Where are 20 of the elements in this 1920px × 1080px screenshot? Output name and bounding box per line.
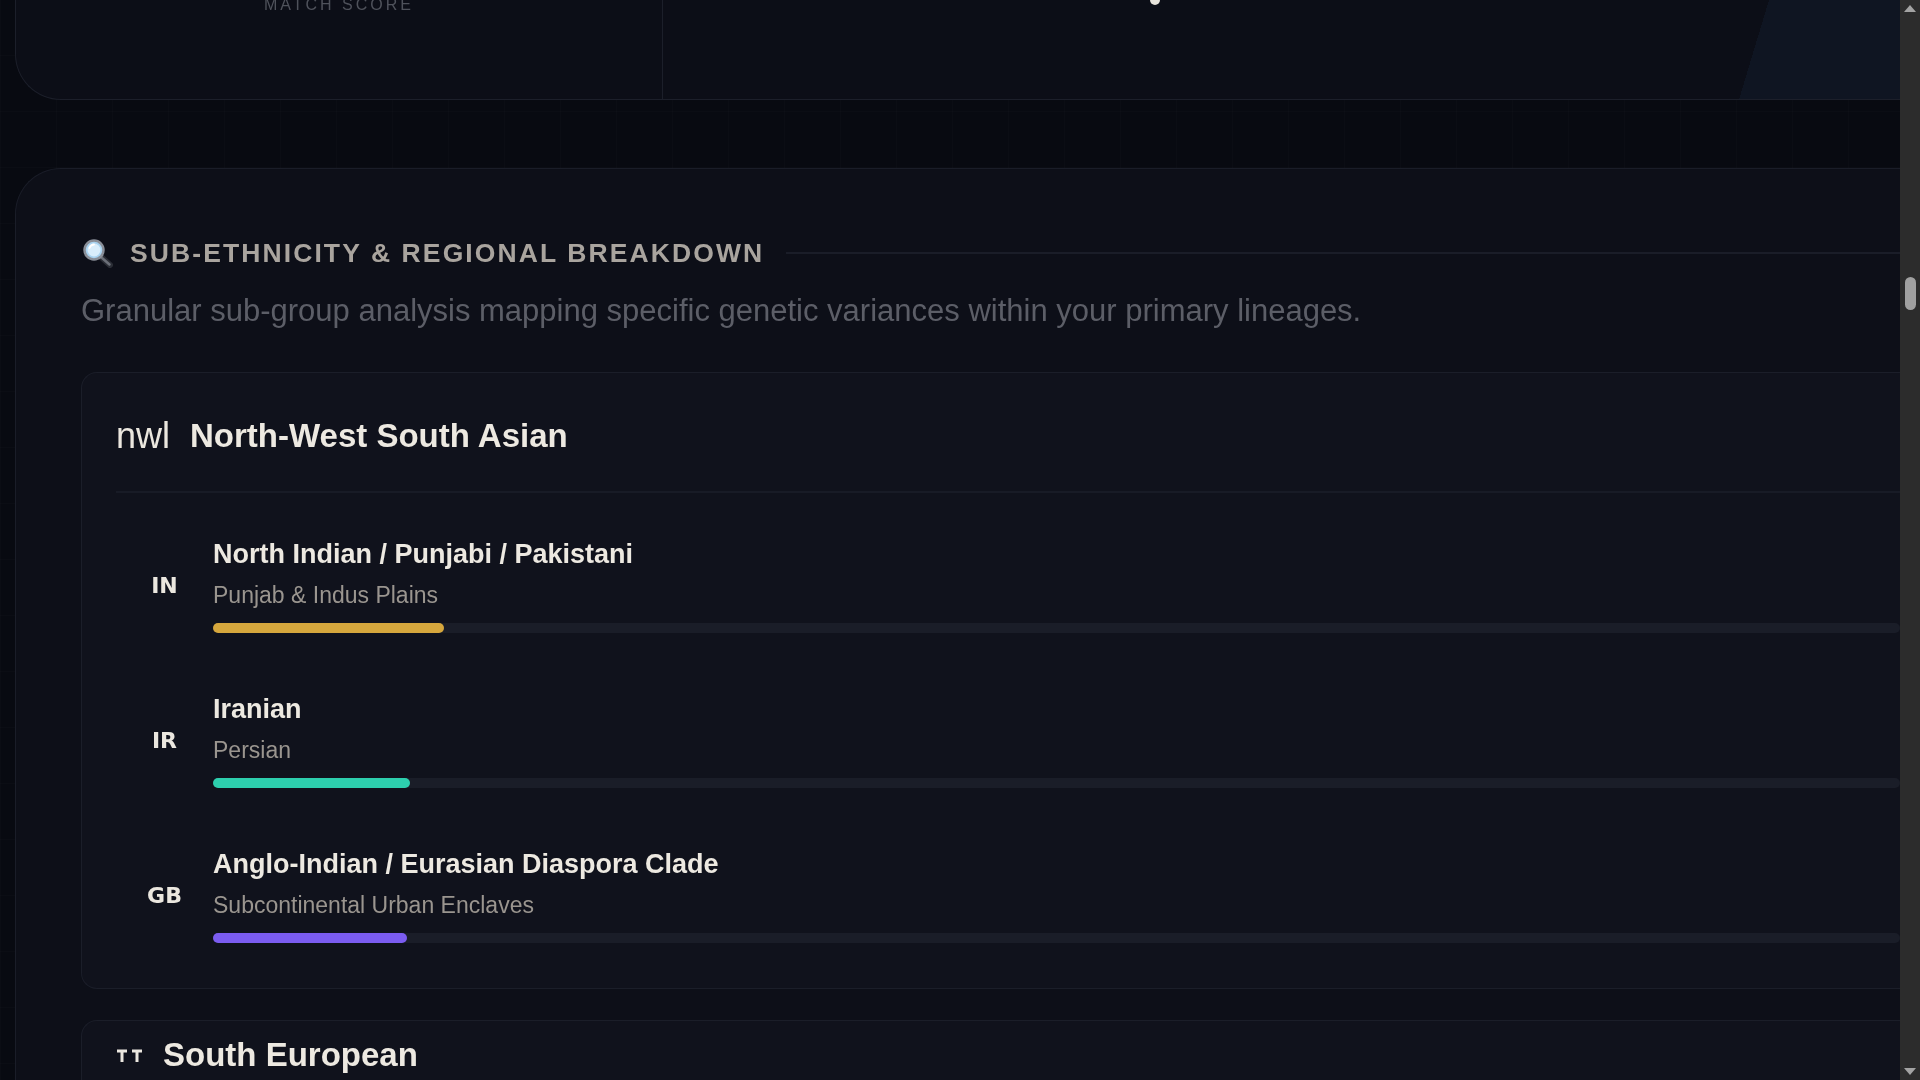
subgroup-name: North Indian / Punjabi / Pakistani bbox=[213, 538, 635, 570]
country-code: IN bbox=[150, 573, 179, 598]
region-code: nwl bbox=[116, 416, 171, 456]
scrollbar[interactable] bbox=[1900, 0, 1920, 1080]
scrollbar-thumb[interactable] bbox=[1904, 277, 1916, 310]
region-name: North-West South Asian bbox=[190, 416, 568, 456]
subgroup-region: Persian bbox=[213, 736, 292, 764]
scroll-down-icon[interactable] bbox=[1904, 1068, 1916, 1075]
country-code: IR bbox=[150, 728, 179, 753]
scroll-up-icon[interactable] bbox=[1904, 5, 1916, 12]
subgroup-region: Subcontinental Urban Enclaves bbox=[213, 891, 535, 919]
search-icon bbox=[83, 238, 114, 268]
subgroup-name: Anglo-Indian / Eurasian Diaspora Clade bbox=[213, 848, 720, 880]
region-name: South European bbox=[163, 1035, 418, 1075]
country-code: GB bbox=[146, 883, 183, 908]
section-description: Granular sub-group analysis mapping specific genetic variances within your primary lineages. bbox=[81, 292, 1363, 330]
subgroup-name: Iranian bbox=[213, 693, 303, 725]
glyph-icon bbox=[116, 1048, 143, 1062]
section-title: SUB-ETHNICITY & REGIONAL BREAKDOWN bbox=[130, 238, 765, 268]
subgroup-region: Punjab & Indus Plains bbox=[213, 581, 440, 609]
